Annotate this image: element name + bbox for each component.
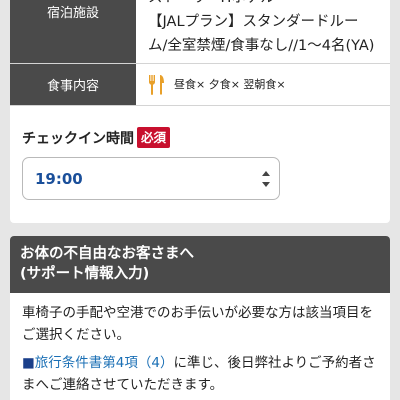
booking-info-table: 宿泊施設 ストーリーHホテル 【JALプラン】スタンダードルー ム/全室禁煙/食… <box>10 0 390 106</box>
support-body: 車椅子の手配や空港でのお手伝いが必要な方は該当項目をご選択ください。 ■旅行条件… <box>10 293 390 396</box>
meal-value: 昼食× 夕食× 翌朝食× <box>136 64 390 105</box>
support-header-subtitle: (サポート情報入力) <box>20 266 150 282</box>
hotel-row: 宿泊施設 ストーリーHホテル 【JALプラン】スタンダードルー ム/全室禁煙/食… <box>10 0 390 64</box>
fork-knife-icon <box>148 74 166 96</box>
checkin-time-select[interactable]: 19:00 <box>22 157 280 200</box>
support-notice: ■旅行条件書第4項（4）に準じ、後日弊社よりご予約者さまへご連絡させていただきま… <box>22 352 378 396</box>
meal-text: 昼食× 夕食× 翌朝食× <box>174 78 286 91</box>
meal-row: 食事内容 昼食× 夕食× 翌朝食× <box>10 64 390 106</box>
support-info-card: お体の不自由なお客さまへ (サポート情報入力) 車椅子の手配や空港でのお手伝いが… <box>10 236 390 400</box>
checkin-label-group: チェックイン時間 必須 <box>22 127 171 148</box>
travel-conditions-link[interactable]: 旅行条件書第4項（4） <box>35 355 174 371</box>
up-down-arrow-icon <box>261 170 271 188</box>
support-header-title: お体の不自由なお客さまへ <box>20 246 194 262</box>
hotel-label: 宿泊施設 <box>10 0 136 63</box>
required-badge: 必須 <box>137 127 171 148</box>
hotel-room-line: ム/全室禁煙/食事なし//1～4名(YA) <box>148 38 375 54</box>
hotel-plan-line: 【JALプラン】スタンダードルー <box>148 14 359 30</box>
support-header: お体の不自由なお客さまへ (サポート情報入力) <box>10 236 390 293</box>
booking-details-card: 宿泊施設 ストーリーHホテル 【JALプラン】スタンダードルー ム/全室禁煙/食… <box>10 0 390 223</box>
checkin-time-value: 19:00 <box>35 169 83 188</box>
square-bullet-icon: ■ <box>22 355 35 371</box>
meal-label: 食事内容 <box>10 64 136 105</box>
support-description: 車椅子の手配や空港でのお手伝いが必要な方は該当項目をご選択ください。 <box>22 305 373 343</box>
hotel-value: ストーリーHホテル 【JALプラン】スタンダードルー ム/全室禁煙/食事なし//… <box>136 0 390 63</box>
hotel-name-line: ストーリーHホテル <box>148 0 390 10</box>
checkin-title: チェックイン時間 <box>22 130 134 147</box>
